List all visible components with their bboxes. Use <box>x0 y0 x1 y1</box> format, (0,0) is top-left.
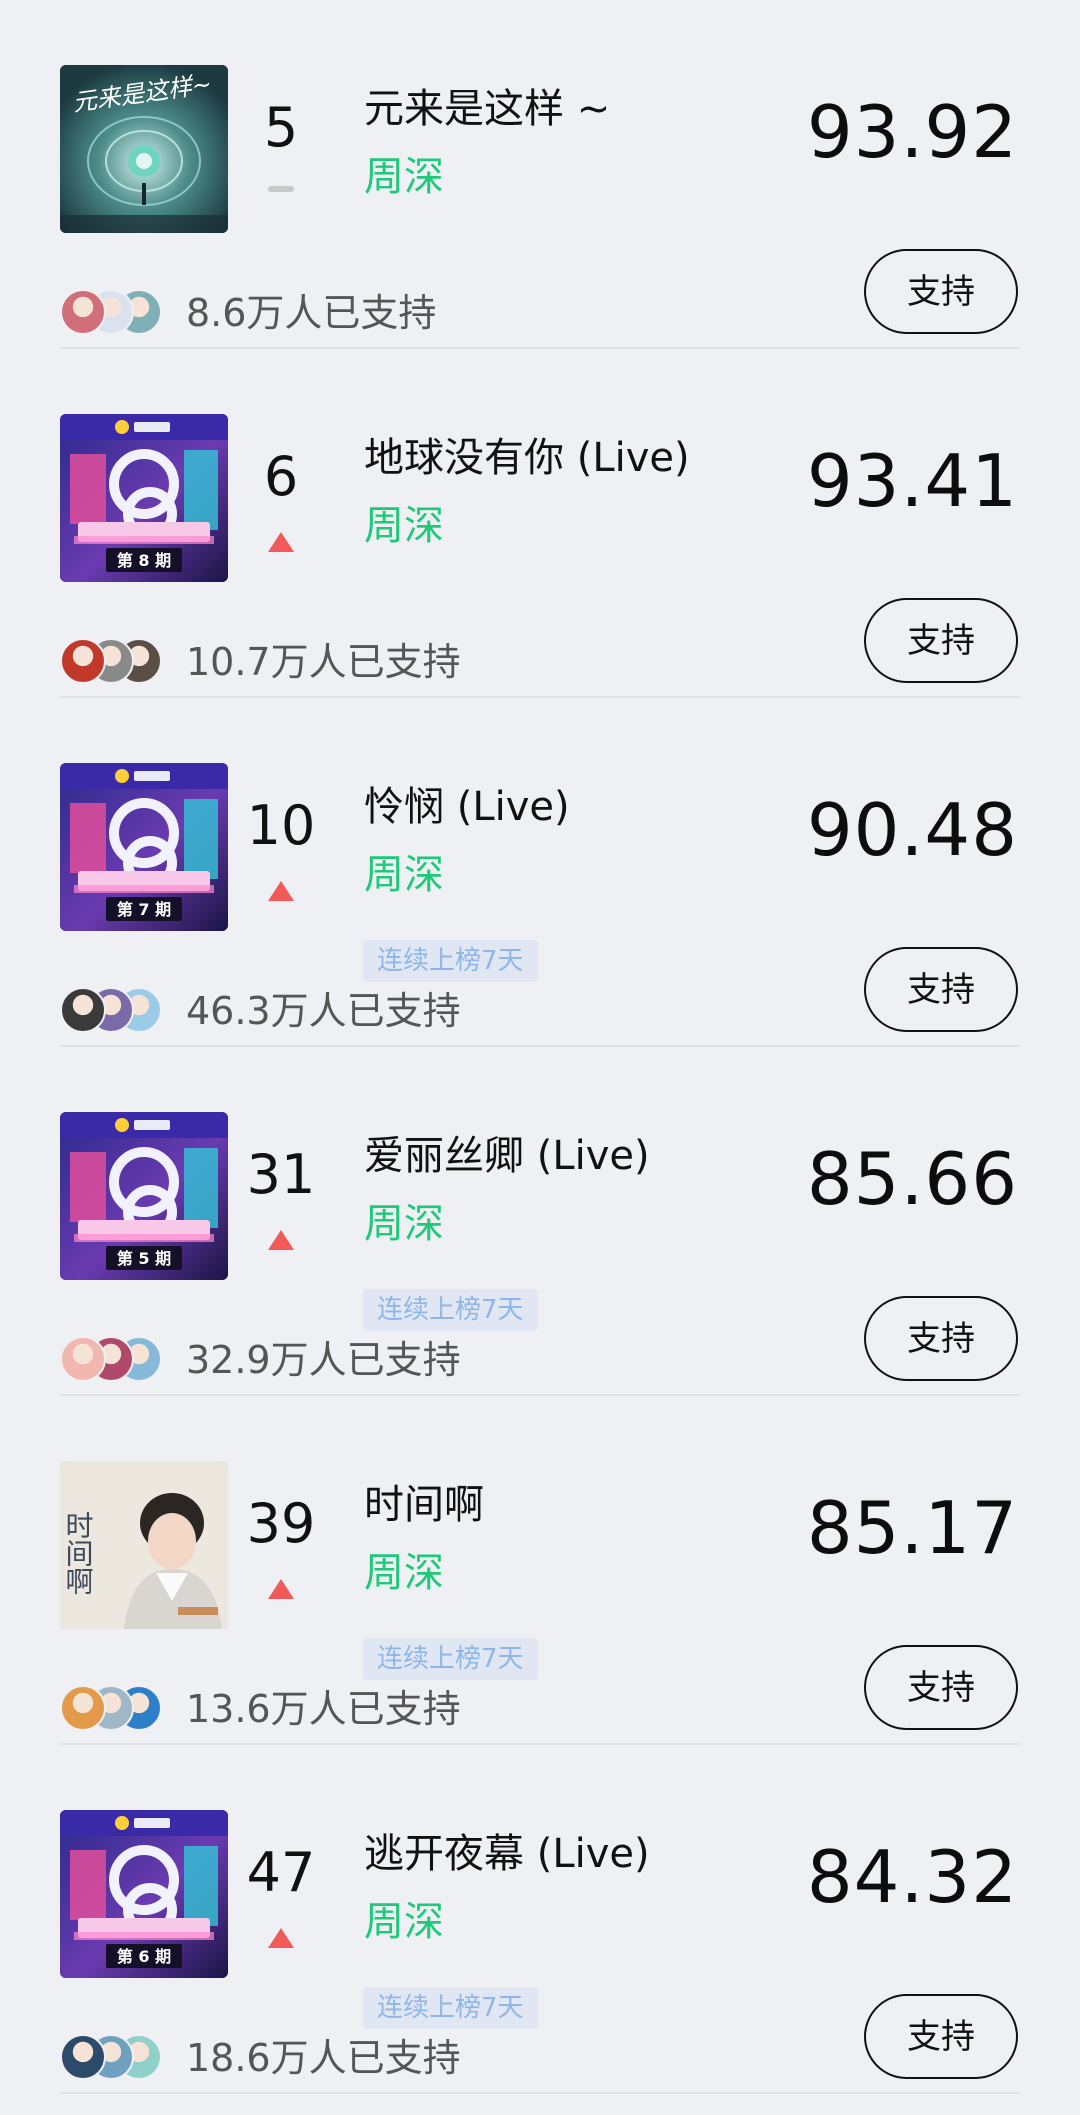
song-title[interactable]: 地球没有你 (Live) <box>364 433 690 483</box>
streak-badge: 连续上榜7天 <box>363 940 538 982</box>
chart-entry-5[interactable]: 元来是这样~ 5 元来是这样 ~ 周深 93.92 支持 8.6万人已支持 <box>0 0 1080 349</box>
artist-name[interactable]: 周深 <box>364 850 444 900</box>
trend-flat-icon <box>266 178 296 202</box>
score-value: 93.41 <box>806 439 1018 523</box>
avatar <box>60 2034 106 2080</box>
support-button[interactable]: 支持 <box>864 947 1018 1032</box>
support-button[interactable]: 支持 <box>864 1645 1018 1730</box>
svg-text:第 5 期: 第 5 期 <box>117 1249 171 1268</box>
supporter-count: 13.6万人已支持 <box>186 1687 461 1731</box>
avatar <box>60 987 106 1033</box>
chart-entry-6[interactable]: 第 8 期 6 地球没有你 (Live) 周深 93.41 支持 10.7万人已… <box>0 349 1080 698</box>
chart-entry-47[interactable]: 第 6 期 47 逃开夜幕 (Live) 周深 连续上榜7天 84.32 支持 … <box>0 1745 1080 2094</box>
svg-text:时间啊: 时间啊 <box>62 1511 95 1595</box>
supporter-avatars <box>60 2034 176 2080</box>
trend-up-icon <box>266 530 296 554</box>
score-value: 93.92 <box>806 90 1018 174</box>
chart-list: 元来是这样~ 5 元来是这样 ~ 周深 93.92 支持 8.6万人已支持 第 … <box>0 0 1080 2115</box>
support-button[interactable]: 支持 <box>864 1296 1018 1381</box>
trend-up-icon <box>266 879 296 903</box>
supporter-count: 18.6万人已支持 <box>186 2036 461 2080</box>
svg-text:第 6 期: 第 6 期 <box>117 1947 171 1966</box>
streak-badge: 连续上榜7天 <box>363 1289 538 1331</box>
avatar <box>60 638 106 684</box>
divider <box>60 2092 1020 2094</box>
supporter-count: 8.6万人已支持 <box>186 291 437 335</box>
song-title[interactable]: 怜悯 (Live) <box>364 782 570 832</box>
artist-name[interactable]: 周深 <box>364 1897 444 1947</box>
chart-entry-31[interactable]: 第 5 期 31 爱丽丝卿 (Live) 周深 连续上榜7天 85.66 支持 … <box>0 1047 1080 1396</box>
supporter-count: 32.9万人已支持 <box>186 1338 461 1382</box>
avatar <box>60 1685 106 1731</box>
chart-entry-39[interactable]: 时间啊 39 时间啊 周深 连续上榜7天 85.17 支持 13.6万人已支持 <box>0 1396 1080 1745</box>
album-cover[interactable]: 时间啊 <box>60 1461 228 1629</box>
album-cover[interactable]: 第 7 期 <box>60 763 228 931</box>
score-value: 85.66 <box>806 1137 1018 1221</box>
song-title[interactable]: 逃开夜幕 (Live) <box>364 1829 650 1879</box>
album-cover[interactable]: 第 8 期 <box>60 414 228 582</box>
song-title[interactable]: 元来是这样 ~ <box>364 84 610 134</box>
song-title[interactable]: 时间啊 <box>364 1480 484 1530</box>
rank-number: 5 <box>263 96 299 159</box>
artist-name[interactable]: 周深 <box>364 1199 444 1249</box>
streak-badge: 连续上榜7天 <box>363 1638 538 1680</box>
avatar <box>60 1336 106 1382</box>
rank-number: 31 <box>246 1143 316 1206</box>
supporter-avatars <box>60 987 176 1033</box>
song-title[interactable]: 爱丽丝卿 (Live) <box>364 1131 650 1181</box>
trend-up-icon <box>266 1577 296 1601</box>
supporter-avatars <box>60 289 176 335</box>
album-cover[interactable]: 元来是这样~ <box>60 65 228 233</box>
rank-number: 6 <box>263 445 299 508</box>
svg-text:第 7 期: 第 7 期 <box>117 900 171 919</box>
svg-text:第 8 期: 第 8 期 <box>117 551 171 570</box>
supporter-count: 46.3万人已支持 <box>186 989 461 1033</box>
album-cover[interactable]: 第 5 期 <box>60 1112 228 1280</box>
trend-up-icon <box>266 1926 296 1950</box>
supporter-count: 10.7万人已支持 <box>186 640 461 684</box>
album-cover[interactable]: 第 6 期 <box>60 1810 228 1978</box>
artist-name[interactable]: 周深 <box>364 1548 444 1598</box>
artist-name[interactable]: 周深 <box>364 501 444 551</box>
chart-entry-10[interactable]: 第 7 期 10 怜悯 (Live) 周深 连续上榜7天 90.48 支持 46… <box>0 698 1080 1047</box>
support-button[interactable]: 支持 <box>864 598 1018 683</box>
score-value: 84.32 <box>806 1835 1018 1919</box>
streak-badge: 连续上榜7天 <box>363 1987 538 2029</box>
supporter-avatars <box>60 638 176 684</box>
artist-name[interactable]: 周深 <box>364 152 444 202</box>
rank-number: 10 <box>246 794 316 857</box>
score-value: 85.17 <box>806 1486 1018 1570</box>
trend-up-icon <box>266 1228 296 1252</box>
avatar <box>60 289 106 335</box>
rank-number: 47 <box>246 1841 316 1904</box>
support-button[interactable]: 支持 <box>864 1994 1018 2079</box>
supporter-avatars <box>60 1336 176 1382</box>
score-value: 90.48 <box>806 788 1018 872</box>
support-button[interactable]: 支持 <box>864 249 1018 334</box>
supporter-avatars <box>60 1685 176 1731</box>
rank-number: 39 <box>246 1492 316 1555</box>
